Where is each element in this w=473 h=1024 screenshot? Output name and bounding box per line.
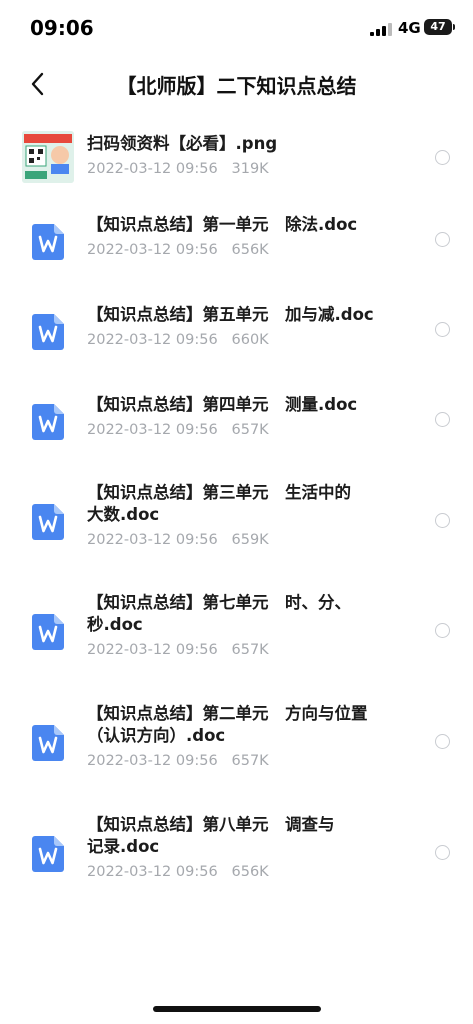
nav-bar: 【北师版】二下知识点总结 bbox=[0, 56, 473, 112]
file-meta: 2022-03-12 09:56 319K bbox=[87, 161, 269, 177]
file-size: 660K bbox=[231, 332, 269, 348]
file-name: 【知识点总结】第三单元 生活中的 大数.doc bbox=[87, 483, 351, 524]
file-name: 扫码领资料【必看】.png bbox=[87, 134, 278, 153]
battery-level: 47 bbox=[430, 20, 446, 33]
file-meta: 2022-03-12 09:56 660K bbox=[87, 332, 269, 348]
select-radio[interactable] bbox=[435, 412, 450, 427]
file-meta: 2022-03-12 09:56 659K bbox=[87, 532, 269, 548]
battery-icon: 47 bbox=[424, 19, 455, 35]
word-doc-icon bbox=[32, 224, 64, 260]
file-meta: 2022-03-12 09:56 656K bbox=[87, 864, 269, 880]
file-name: 【知识点总结】第五单元 加与减.doc bbox=[87, 305, 374, 324]
signal-icon bbox=[370, 22, 392, 36]
file-size: 657K bbox=[231, 642, 269, 658]
select-radio[interactable] bbox=[435, 623, 450, 638]
select-radio[interactable] bbox=[435, 322, 450, 337]
status-time: 09:06 bbox=[30, 16, 94, 40]
status-bar: 09:06 4G 47 bbox=[0, 0, 473, 56]
file-date: 2022-03-12 09:56 bbox=[87, 332, 218, 348]
word-doc-icon bbox=[32, 404, 64, 440]
file-name: 【知识点总结】第七单元 时、分、 秒.doc bbox=[87, 593, 351, 634]
select-radio[interactable] bbox=[435, 734, 450, 749]
file-meta: 2022-03-12 09:56 657K bbox=[87, 753, 269, 769]
home-indicator[interactable] bbox=[153, 1006, 321, 1012]
word-doc-icon bbox=[32, 314, 64, 350]
file-name: 【知识点总结】第一单元 除法.doc bbox=[87, 215, 358, 234]
file-item[interactable]: 【知识点总结】第一单元 除法.doc 2022-03-12 09:56 656K bbox=[0, 198, 473, 288]
file-meta: 2022-03-12 09:56 656K bbox=[87, 242, 269, 258]
file-item[interactable]: 【知识点总结】第七单元 时、分、 秒.doc 2022-03-12 09:56 … bbox=[0, 578, 473, 689]
file-date: 2022-03-12 09:56 bbox=[87, 642, 218, 658]
file-date: 2022-03-12 09:56 bbox=[87, 422, 218, 438]
file-size: 657K bbox=[231, 422, 269, 438]
word-doc-icon bbox=[32, 614, 64, 650]
file-item[interactable]: 【知识点总结】第五单元 加与减.doc 2022-03-12 09:56 660… bbox=[0, 288, 473, 378]
word-doc-icon bbox=[32, 504, 64, 540]
file-size: 656K bbox=[231, 864, 269, 880]
file-item[interactable]: 扫码领资料【必看】.png 2022-03-12 09:56 319K bbox=[0, 116, 473, 198]
file-name: 【知识点总结】第八单元 调查与 记录.doc bbox=[87, 815, 335, 856]
file-date: 2022-03-12 09:56 bbox=[87, 753, 218, 769]
file-name: 【知识点总结】第二单元 方向与位置 （认识方向）.doc bbox=[87, 704, 368, 745]
file-size: 319K bbox=[231, 161, 269, 177]
file-item[interactable]: 【知识点总结】第四单元 测量.doc 2022-03-12 09:56 657K bbox=[0, 378, 473, 468]
word-doc-icon bbox=[32, 836, 64, 872]
back-button[interactable] bbox=[22, 66, 58, 102]
file-item[interactable]: 【知识点总结】第八单元 调查与 记录.doc 2022-03-12 09:56 … bbox=[0, 800, 473, 911]
file-item[interactable]: 【知识点总结】第二单元 方向与位置 （认识方向）.doc 2022-03-12 … bbox=[0, 689, 473, 800]
file-list: 扫码领资料【必看】.png 2022-03-12 09:56 319K 【知识点… bbox=[0, 116, 473, 911]
word-doc-icon bbox=[32, 725, 64, 761]
chevron-left-icon bbox=[31, 72, 44, 96]
select-radio[interactable] bbox=[435, 513, 450, 528]
select-radio[interactable] bbox=[435, 845, 450, 860]
file-date: 2022-03-12 09:56 bbox=[87, 161, 218, 177]
file-name: 【知识点总结】第四单元 测量.doc bbox=[87, 395, 358, 414]
page-title: 【北师版】二下知识点总结 bbox=[116, 74, 357, 98]
select-radio[interactable] bbox=[435, 150, 450, 165]
file-meta: 2022-03-12 09:56 657K bbox=[87, 642, 269, 658]
file-size: 659K bbox=[231, 532, 269, 548]
file-meta: 2022-03-12 09:56 657K bbox=[87, 422, 269, 438]
network-type: 4G bbox=[398, 19, 421, 37]
image-thumbnail bbox=[22, 131, 74, 183]
file-size: 657K bbox=[231, 753, 269, 769]
file-date: 2022-03-12 09:56 bbox=[87, 864, 218, 880]
file-date: 2022-03-12 09:56 bbox=[87, 242, 218, 258]
select-radio[interactable] bbox=[435, 232, 450, 247]
file-size: 656K bbox=[231, 242, 269, 258]
file-date: 2022-03-12 09:56 bbox=[87, 532, 218, 548]
file-item[interactable]: 【知识点总结】第三单元 生活中的 大数.doc 2022-03-12 09:56… bbox=[0, 468, 473, 578]
